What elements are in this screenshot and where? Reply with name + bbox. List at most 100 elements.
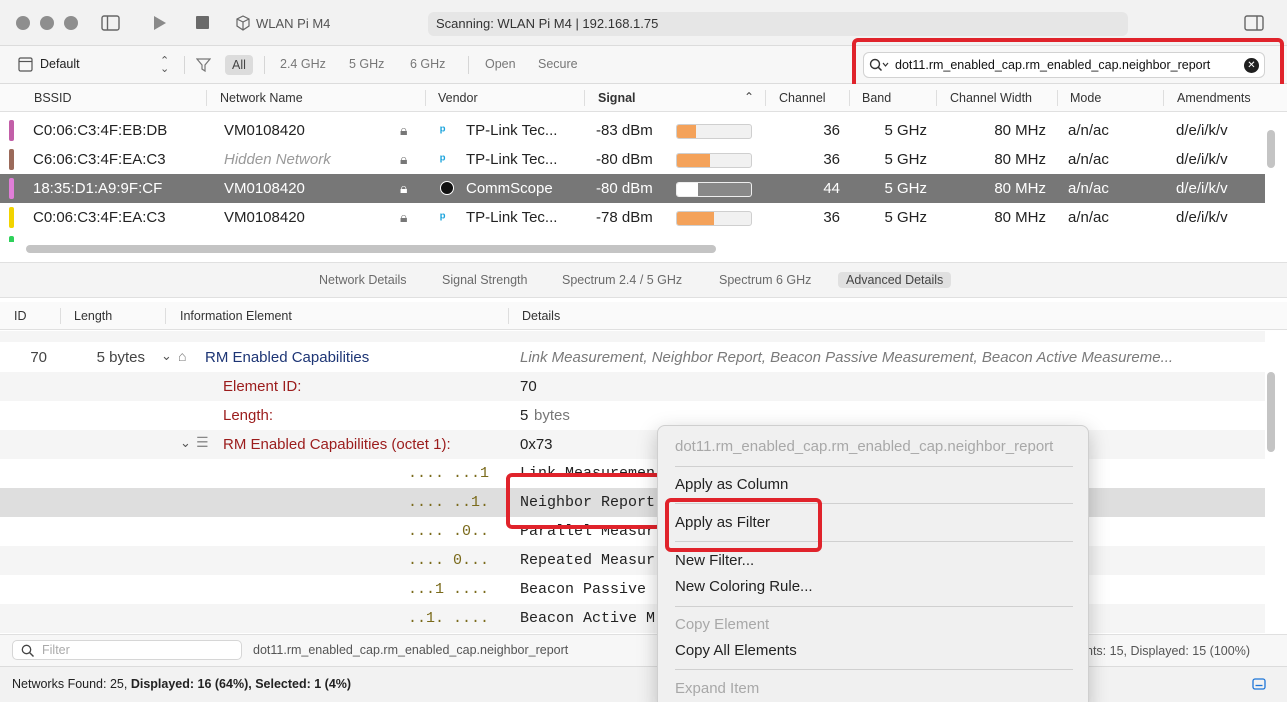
col-length[interactable]: Length [74,309,112,323]
field-path-text: dot11.rm_enabled_cap.rm_enabled_cap.neig… [253,643,569,657]
minimize-window-button[interactable] [40,16,54,30]
filter-5ghz[interactable]: 5 GHz [349,57,384,71]
filter-2-4ghz[interactable]: 2.4 GHz [280,57,326,71]
tplink-logo-icon: ᵖ [440,151,446,167]
ie-details: Link Measurement, Neighbor Report, Beaco… [520,349,1174,366]
tab-network-details[interactable]: Network Details [319,273,407,287]
menu-apply-as-column[interactable]: Apply as Column [675,476,788,493]
element-id-row[interactable]: Element ID: 70 [0,372,1265,401]
col-information-element[interactable]: Information Element [180,309,292,323]
vendor-cell: TP-Link Tec... [466,209,558,226]
network-name-cell: VM0108420 [224,180,305,197]
col-mode[interactable]: Mode [1070,91,1101,105]
menu-copy-all-elements[interactable]: Copy All Elements [675,642,797,659]
filter-secure[interactable]: Secure [538,57,578,71]
ie-name: RM Enabled Capabilities [205,349,370,366]
status-text: Networks Found: 25, Displayed: 16 (64%),… [12,677,351,691]
filter-all[interactable]: All [225,55,253,75]
bit-text: Beacon Passive [520,581,647,598]
play-icon[interactable] [153,15,167,31]
bit-mask: ..1. .... [408,610,490,627]
length-unit: bytes [534,407,570,424]
col-vendor[interactable]: Vendor [438,91,478,105]
disclosure-open-icon[interactable]: ⌄ [161,348,172,364]
lock-icon: 🔒︎ [400,180,408,196]
width-cell: 80 MHz [994,180,1046,197]
signal-cell: -80 dBm [596,151,653,168]
ie-id: 70 [30,349,47,366]
filter-open[interactable]: Open [485,57,516,71]
element-id-label: Element ID: [223,378,302,395]
table-row[interactable]: C6:06:C3:4F:EA:C3 Hidden Network 🔒︎ ᵖ TP… [0,145,1265,174]
channel-cell: 36 [823,151,840,168]
col-channel[interactable]: Channel [779,91,826,105]
col-amendments[interactable]: Amendments [1177,91,1251,105]
networks-selected: Selected: 1 (4%) [255,677,352,691]
inspector-toggle-icon[interactable] [1244,15,1264,31]
vendor-cell: TP-Link Tec... [466,122,558,139]
tab-spectrum-6[interactable]: Spectrum 6 GHz [719,273,811,287]
menu-expand-item: Expand Item [675,680,760,697]
table-row[interactable]: C0:06:C3:4F:EA:C3 VM0108420 🔒︎ ᵖ TP-Link… [0,203,1265,232]
zoom-window-button[interactable] [64,16,78,30]
col-network-name[interactable]: Network Name [220,91,303,105]
details-filter-bar: Filter dot11.rm_enabled_cap.rm_enabled_c… [0,634,1287,666]
filter-funnel-icon[interactable] [196,58,211,72]
disclosure-open-icon[interactable]: ⌄ [180,435,191,451]
bit-mask: ...1 .... [408,581,490,598]
mode-cell: a/n/ac [1068,122,1109,139]
menu-new-coloring-rule[interactable]: New Coloring Rule... [675,578,813,595]
panel-toggle-icon[interactable] [1252,678,1266,690]
signal-cell: -80 dBm [596,180,653,197]
context-menu: dot11.rm_enabled_cap.rm_enabled_cap.neig… [657,425,1089,702]
profile-select[interactable]: Default [40,57,80,71]
element-id-value: 70 [520,378,537,395]
amendments-cell: d/e/i/k/v [1176,151,1228,168]
col-bssid[interactable]: BSSID [34,91,72,105]
table-vertical-scrollbar[interactable] [1267,130,1275,168]
search-icon [21,644,34,657]
chevron-down-icon[interactable]: ⌃ [160,61,169,74]
elements-count-text: nts: 15, Displayed: 15 (100%) [1086,644,1250,658]
tab-spectrum-2-4-5[interactable]: Spectrum 2.4 / 5 GHz [562,273,682,287]
filter-6ghz[interactable]: 6 GHz [410,57,445,71]
close-window-button[interactable] [16,16,30,30]
network-name-cell: VM0108420 [224,209,305,226]
vendor-cell: TP-Link Tec... [466,151,558,168]
row-color-tag [9,120,14,141]
device-name[interactable]: WLAN Pi M4 [256,16,330,31]
ie-row-rm-enabled[interactable]: 70 5 bytes ⌄ ⌂ RM Enabled Capabilities L… [0,343,1265,372]
bssid-cell: C0:06:C3:4F:EB:DB [33,122,168,139]
channel-cell: 44 [823,180,840,197]
horizontal-scrollbar[interactable] [26,245,716,253]
mode-cell: a/n/ac [1068,180,1109,197]
band-cell: 5 GHz [884,122,927,139]
list-icon: ☰ [196,434,209,450]
amendments-cell: d/e/i/k/v [1176,209,1228,226]
width-cell: 80 MHz [994,209,1046,226]
table-row[interactable]: C0:06:C3:4F:EB:DB VM0108420 🔒︎ ᵖ TP-Link… [0,116,1265,145]
length-value: 5 [520,407,529,424]
octet-value: 0x73 [520,436,553,453]
width-cell: 80 MHz [994,122,1046,139]
details-filter-field[interactable]: Filter [12,640,242,660]
col-channel-width[interactable]: Channel Width [950,91,1032,105]
sidebar-toggle-icon[interactable] [101,15,120,31]
sort-ascending-icon: ⌃ [744,90,755,104]
length-label: Length: [223,407,274,424]
col-id[interactable]: ID [14,309,27,323]
col-band[interactable]: Band [862,91,891,105]
col-signal[interactable]: Signal [598,91,636,105]
tab-signal-strength[interactable]: Signal Strength [442,273,527,287]
col-details[interactable]: Details [522,309,560,323]
table-row-selected[interactable]: 18:35:D1:A9:9F:CF VM0108420 🔒︎ CommScope… [0,174,1265,203]
status-bar: Networks Found: 25, Displayed: 16 (64%),… [0,666,1287,702]
channel-cell: 36 [823,209,840,226]
details-vertical-scrollbar[interactable] [1267,372,1275,452]
tab-advanced-details[interactable]: Advanced Details [838,272,952,288]
menu-new-filter[interactable]: New Filter... [675,552,754,569]
row-color-tag [9,207,14,228]
stop-icon[interactable] [196,16,209,29]
networks-displayed: Displayed: 16 (64%), [130,677,252,691]
signal-cell: -83 dBm [596,122,653,139]
